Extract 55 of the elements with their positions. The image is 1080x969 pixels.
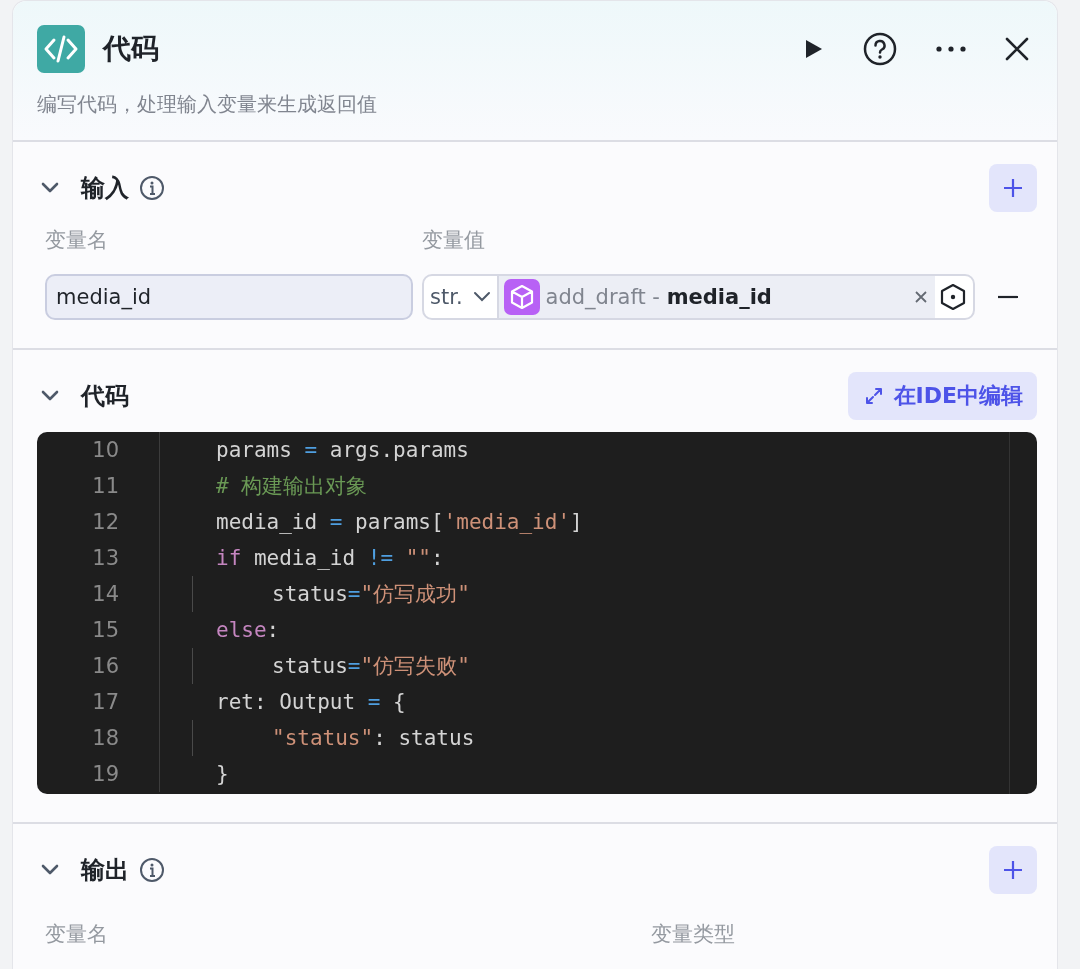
line-number: 13 [91,546,120,570]
code-line: if media_id != "": [216,546,444,570]
code-line: params = args.params [216,438,469,462]
variable-value-field[interactable]: str. add_draft - media_id [422,274,975,320]
info-icon[interactable] [139,857,165,883]
code-line: # 构建输出对象 [216,473,368,500]
code-line: ret: Output = { [216,690,406,714]
variable-hexagon-icon[interactable] [939,283,967,311]
column-header: 变量名 [45,227,109,254]
plus-icon [1002,177,1024,199]
code-line: else: [216,618,280,642]
code-line: "status": status [272,726,475,750]
cube-icon [503,279,540,315]
line-number: 11 [91,474,120,498]
info-icon[interactable] [139,175,165,201]
chevron-icon[interactable] [41,864,59,876]
edit-in-ide-button[interactable]: 在IDE中编辑 [847,372,1037,420]
line-number: 19 [91,762,120,786]
code-line: media_id = params['media_id'] [216,510,583,534]
add-button[interactable] [989,164,1037,212]
line-number: 15 [91,618,120,642]
node-title: 代码 [103,31,159,67]
section-title: 输出 [81,855,129,886]
line-number: 14 [91,582,120,606]
clear-icon[interactable] [915,291,927,303]
column-header: 变量类型 [651,921,736,948]
section-title: 代码 [81,381,129,412]
plus-icon [1002,859,1024,881]
code-brackets-icon [37,25,85,73]
line-number: 18 [91,726,120,750]
reference-text: add_draft - media_id [545,285,772,309]
reference-chip[interactable]: add_draft - media_id [496,276,935,318]
line-number: 12 [91,510,120,534]
more-icon[interactable] [935,45,967,53]
code-line: status="仿写失败" [272,653,470,680]
chevron-icon[interactable] [41,182,59,194]
type-selector[interactable]: str. [430,285,463,309]
line-number: 10 [91,438,120,462]
code-line: status="仿写成功" [272,581,470,608]
chevron-icon[interactable] [41,390,59,402]
column-header: 变量值 [422,227,486,254]
column-header: 变量名 [45,921,109,948]
line-number: 16 [91,654,120,678]
code-editor[interactable]: 10 params = args.params 11 # 构建输出对象 12 media_id = params['media_id'] 13 if media_id != "": 14 status="仿写成功" 15 else: 16 status="仿写失败" 17 ret: Output = { 18 "status": status 19 } [37,432,1037,794]
close-icon[interactable] [1005,37,1029,61]
code-line: } [216,762,229,786]
line-number: 17 [91,690,120,714]
variable-name-field[interactable]: media_id [45,274,413,320]
node-description: 编写代码，处理输入变量来生成返回值 [37,91,378,118]
chevron-icon[interactable] [472,291,491,303]
help-icon[interactable] [863,32,897,66]
expand-icon [863,386,884,406]
remove-icon[interactable] [997,295,1019,299]
section-title: 输入 [81,173,129,204]
add-button[interactable] [989,846,1037,894]
